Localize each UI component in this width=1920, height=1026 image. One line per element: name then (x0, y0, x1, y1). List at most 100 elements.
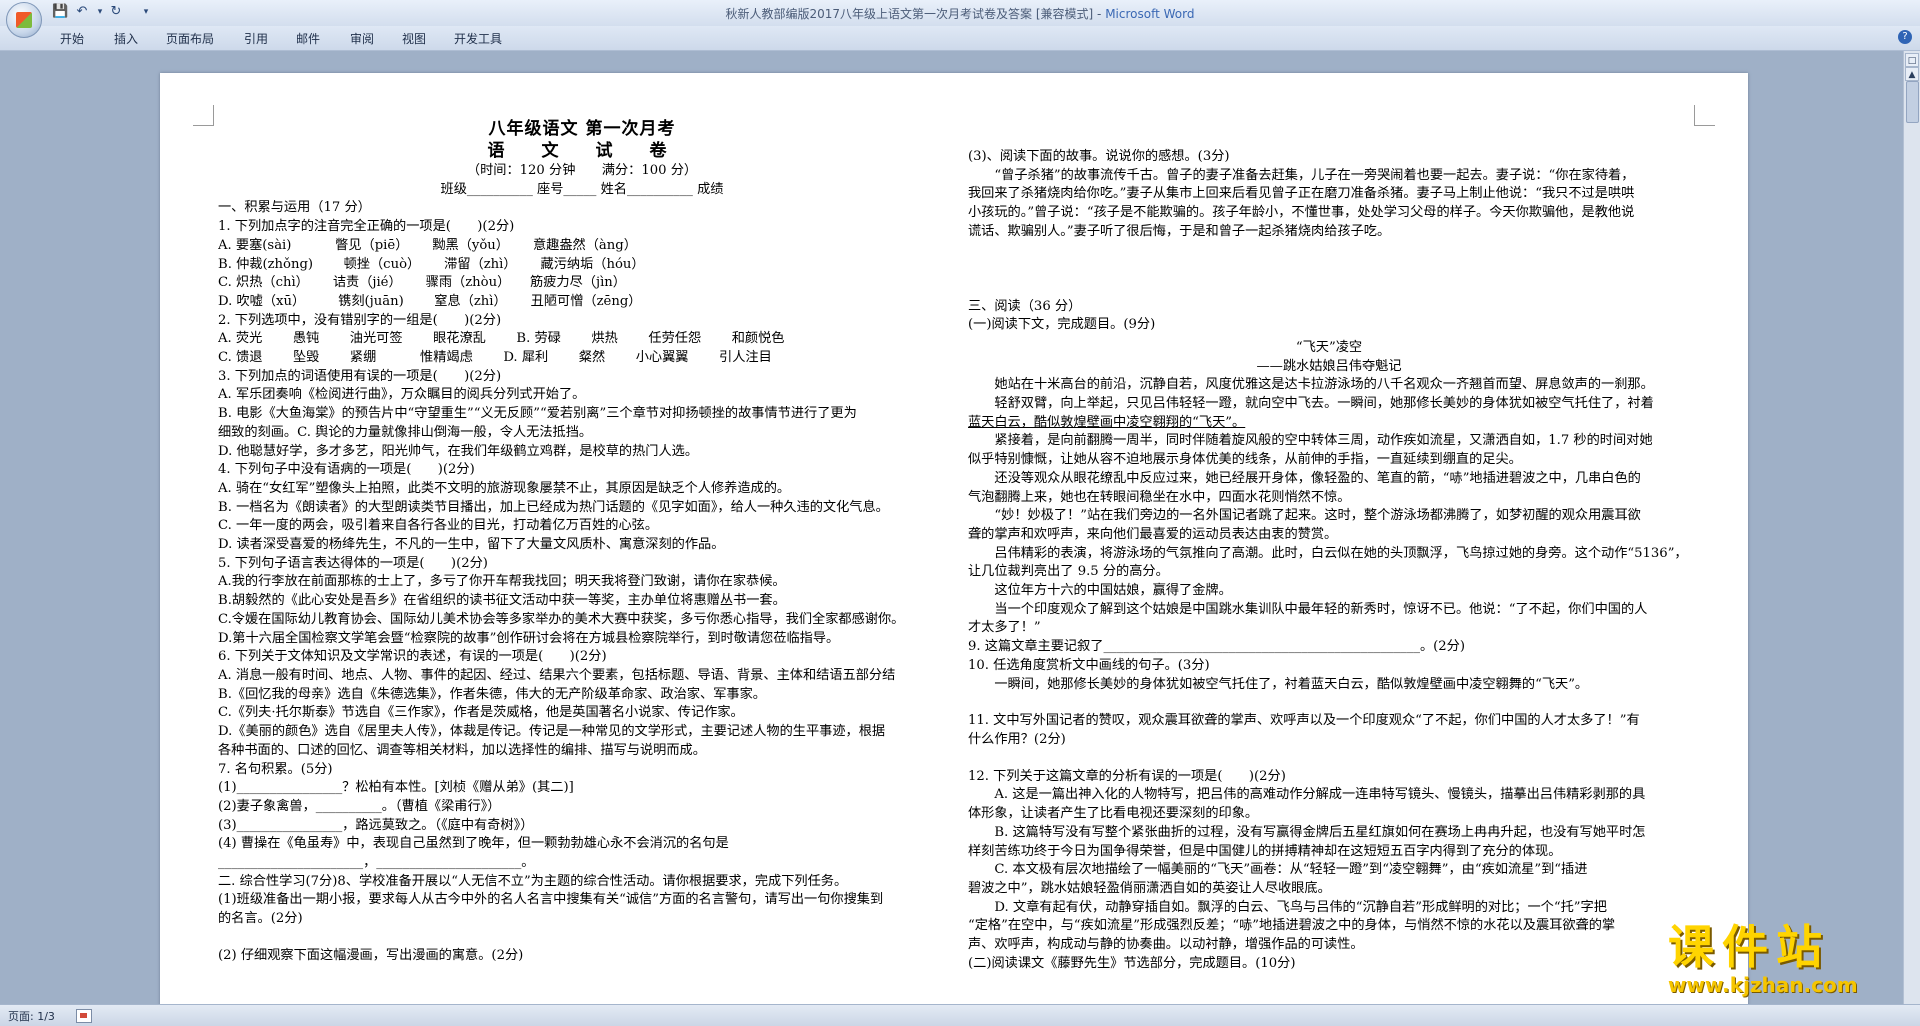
right-column: (3)、阅读下面的故事。说说你的感想。(3分) “曾子杀猪”的故事流传千古。曾子… (968, 118, 1690, 973)
article-line: 让几位裁判亮出了 9.5 分的高分。 (968, 564, 1169, 580)
option-line: B. 电影《大鱼海棠》的预告片中“守望重生”“义无反顾”“爱若别离”三个章节对抑… (218, 406, 857, 422)
option-line: C. 一年一度的两会，吸引着来自各行各业的目光，打动着亿万百姓的心弦。 (218, 518, 659, 534)
office-button[interactable] (6, 2, 42, 38)
question-line: 12. 下列关于这篇文章的分析有误的一项是( )(2分) (968, 768, 1286, 784)
question-line: (2) 仔细观察下面这幅漫画，写出漫画的寓意。(2分) (218, 947, 524, 963)
article-line: 这位年方十六的中国姑娘，赢得了金牌。 (994, 583, 1232, 599)
article-line: “妙！妙极了！”站在我们旁边的一名外国记者跳了起来。这时，整个游泳场都沸腾了，如… (994, 508, 1641, 524)
option-line: A. 军乐团奏响《检阅进行曲》，万众瞩目的阅兵分列式开始了。 (218, 387, 586, 403)
article-line: 吕伟精彩的表演，将游泳场的气氛推向了高潮。此时，白云似在她的头顶飘浮，飞鸟掠过她… (994, 545, 1688, 561)
ruler-toggle-icon[interactable]: □ (1905, 53, 1919, 67)
exam-time: （时间：120 分钟 满分：100 分） (466, 163, 698, 178)
tab-mailings[interactable]: 邮件 (296, 30, 320, 47)
option-line: 细致的刻画。C. 舆论的力量就像排山倒海一般，令人无法抵挡。 (218, 424, 593, 440)
exam-title: 八年级语文 第一次月考 (488, 119, 676, 139)
option-line: 声、欢呼声，构成动与静的协奏曲。以动衬静，增强作品的可读性。 (968, 937, 1364, 953)
student-info: 班级__________ 座号_____ 姓名__________ 成绩 (440, 181, 724, 197)
vertical-scrollbar[interactable]: □ ▲ (1903, 51, 1920, 1004)
section-heading: 二. 综合性学习(7分)8、学校准备开展以“人无信不立”为主题的综合性活动。请你… (218, 873, 848, 889)
proofing-icon[interactable] (76, 1009, 92, 1023)
question-line: 10. 任选角度赏析文中画线的句子。(3分) (968, 657, 1210, 673)
fill-blank-line: (3)________________，路远莫致之。（《庭中有奇树》） (218, 817, 534, 833)
article-line: 轻舒双臂，向上举起，只见吕伟轻轻一蹬，就向空中飞去。一瞬间，她那修长美妙的身体犹… (994, 396, 1654, 412)
option-line: 体形象，让读者产生了比看电视还要深刻的印象。 (968, 806, 1259, 822)
question-line: (1)班级准备出一期小报，要求每人从古今中外的名人名言中搜集有关“诚信”方面的名… (218, 892, 884, 908)
question-line: (二)阅读课文《藤野先生》节选部分，完成题目。(10分) (968, 955, 1296, 971)
option-line: C.令媛在国际幼儿教育协会、国际幼儿美术协会等多家举办的美术大赛中获奖，多亏你悉… (218, 611, 905, 627)
crop-mark-top-left (193, 105, 214, 126)
article-line-underlined: 蓝天白云，酷似敦煌壁画中凌空翱翔的“飞天”。 (968, 414, 1246, 430)
document-title: 秋新人教部编版2017八年级上语文第一次月考试卷及答案 [兼容模式] - (725, 7, 1106, 21)
option-line: B.胡毅然的《此心安处是吾乡》在省组织的读书征文活动中获一等奖，主办单位将惠赠丛… (218, 593, 786, 609)
option-line: D.《美丽的颜色》选自《居里夫人传》，体裁是传记。传记是一种常见的文学形式，主要… (218, 724, 886, 740)
tab-references[interactable]: 引用 (244, 30, 268, 47)
article-title: “飞天”凌空 (1295, 339, 1363, 355)
tab-developer[interactable]: 开发工具 (454, 30, 502, 47)
option-line: 碧波之中”，跳水姑娘轻盈俏丽潇洒自如的英姿让人尽收眼底。 (968, 880, 1331, 896)
question-line: 的名言。(2分) (218, 911, 303, 927)
page-count[interactable]: 页面: 1/3 (8, 1008, 55, 1024)
option-line: A. 这是一篇出神入化的人物特写，把吕伟的高难动作分解成一连串特写镜头、慢镜头，… (994, 787, 1646, 803)
fill-blank-line: (1)________________？松柏有本性。[刘桢《赠从弟》(其二)] (218, 780, 574, 796)
fill-blank-line: (2)妻子象禽兽，__________。（曹植《梁甫行》） (218, 798, 501, 814)
option-line: A. 消息一般有时间、地点、人物、事件的起因、经过、结果六个要素，包括标题、导语… (218, 667, 896, 683)
question-line: (一)阅读下文，完成题目。(9分) (968, 317, 1156, 333)
fill-blank-line: (4) 曹操在《龟虽寿》中，表现自己虽然到了晚年，但一颗勃勃雄心永不会消沉的名句… (218, 836, 729, 852)
question-line: 2. 下列选项中，没有错别字的一组是( )(2分) (218, 312, 502, 328)
story-line: “曾子杀猪”的故事流传千古。曾子的妻子准备去赶集，儿子在一旁哭闹着也要一起去。妻… (994, 167, 1635, 183)
option-line: C. 馈退 坠毁 紧绷 惟精竭虑 D. 犀利 粲然 小心翼翼 引人注目 (218, 350, 772, 366)
story-line: 谎话、欺骗别人。”妻子听了很后悔，于是和曾子一起杀猪烧肉给孩子吃。 (968, 223, 1391, 239)
option-line: A. 骑在“女红军”塑像头上拍照，此类不文明的旅游现象屡禁不止，其原因是缺乏个人… (218, 480, 791, 496)
crop-mark-top-right (1694, 105, 1715, 126)
office-logo-icon (16, 12, 32, 28)
question-line: 9. 这篇文章主要记叙了____________________________… (968, 639, 1466, 655)
option-line: B.《回忆我的母亲》选自《朱德选集》，作者朱德，伟大的无产阶级革命家、政治家、军… (218, 686, 766, 702)
watermark-url: www.kjzhan.com (1668, 973, 1858, 997)
article-line: 气泡翻腾上来，她也在转眼间稳坐在水中，四面水花则悄然不惊。 (968, 489, 1351, 505)
story-line: 我回来了杀猪烧肉给你吃。”妻子从集市上回来后看见曾子正在磨刀准备杀猪。妻子马上制… (968, 186, 1635, 202)
document-page[interactable]: 八年级语文 第一次月考 语 文 试 卷 （时间：120 分钟 满分：100 分）… (160, 73, 1748, 1004)
option-line: A. 要塞(sài) 瞥见（piē） 黝黑（yǒu） 意趣盎然（àng） (218, 237, 637, 253)
option-line: D. 他聪慧好学，多才多艺，阳光帅气，在我们年级鹤立鸡群，是校草的热门人选。 (218, 443, 699, 459)
scrollbar-thumb[interactable] (1906, 81, 1919, 123)
article-line: 似乎特别慷慨，让她从容不迫地展示身体优美的线条，从前伸的手指，一直延续到绷直的足… (968, 452, 1522, 468)
help-icon[interactable]: ? (1898, 30, 1912, 44)
tab-review[interactable]: 审阅 (350, 30, 374, 47)
exam-subtitle: 语 文 试 卷 (487, 141, 677, 161)
question-line: 11. 文中写外国记者的赞叹，观众震耳欲聋的掌声、欢呼声以及一个印度观众“了不起… (968, 713, 1640, 729)
option-line: 各种书面的、口述的回忆、调查等相关材料，加以选择性的编排、描写与说明而成。 (218, 742, 706, 758)
question-line: 3. 下列加点的词语使用有误的一项是( )(2分) (218, 368, 502, 384)
tab-page-layout[interactable]: 页面布局 (166, 30, 214, 47)
question-line: (3)、阅读下面的故事。说说你的感想。(3分) (968, 149, 1230, 164)
option-line: B. 这篇特写没有写整个紧张曲折的过程，没有写赢得金牌后五星红旗如何在赛场上冉冉… (994, 824, 1646, 840)
article-line: 她站在十米高台的前沿，沉静自若，风度优雅这是达卡拉游泳场的八千名观众一齐翘首而望… (994, 377, 1654, 393)
scroll-up-icon[interactable]: ▲ (1905, 67, 1919, 81)
question-line: 5. 下列句子语言表达得体的一项是( )(2分) (218, 555, 488, 571)
tab-insert[interactable]: 插入 (114, 30, 138, 47)
option-line: D. 文章有起有伏，动静穿插自如。飘浮的白云、飞鸟与吕伟的“沉静自若”形成鲜明的… (994, 899, 1607, 915)
status-bar: 页面: 1/3 (0, 1004, 1920, 1026)
document-area: 八年级语文 第一次月考 语 文 试 卷 （时间：120 分钟 满分：100 分）… (0, 51, 1904, 1004)
section-heading: 三、阅读（36 分） (968, 298, 1082, 314)
option-line: “定格”在空中，与“疾如流星”形成强烈反差；“哧”地插进碧波之中的身体，与悄然不… (968, 918, 1616, 934)
option-line: D. 读者深受喜爱的杨绛先生，不凡的一生中，留下了大量文风质朴、寓意深刻的作品。 (218, 537, 725, 553)
fill-blank-line: ______________________，_________________… (218, 855, 535, 871)
question-line: 7. 名句积累。(5分) (218, 761, 333, 777)
title-bar: 💾 ↶ ▾ ↻ ▾ 秋新人教部编版2017八年级上语文第一次月考试卷及答案 [兼… (0, 0, 1920, 27)
article-line: 才太多了！” (968, 620, 1041, 636)
option-line: D.第十六届全国检察文学笔会暨“检察院的故事”创作研讨会将在方城县检察院举行，到… (218, 630, 840, 646)
app-name: Microsoft Word (1105, 7, 1195, 21)
option-line: A. 荧光 愚钝 油光可签 眼花潦乱 B. 劳碌 烘热 任劳任怨 和颜悦色 (218, 331, 785, 347)
question-line: 4. 下列句子中没有语病的一项是( )(2分) (218, 462, 475, 478)
watermark-title: 课件站 (1668, 920, 1830, 974)
section-heading: 一、积累与运用（17 分） (218, 200, 371, 216)
article-line: 聋的掌声和欢呼声，来向他们最喜爱的运动员表达由衷的赞赏。 (968, 526, 1338, 542)
quoted-sentence: 一瞬间，她那修长美妙的身体犹如被空气托住了，衬着蓝天白云，酷似敦煌壁画中凌空翱舞… (994, 676, 1589, 692)
site-watermark: 课件站 www.kjzhan.com (1668, 920, 1908, 1002)
question-line: 什么作用？(2分) (968, 731, 1066, 747)
option-line: A.我的行李放在前面那栋的士上了，多亏了你开车帮我找回；明天我将登门致谢，请你在… (218, 574, 786, 590)
tab-view[interactable]: 视图 (402, 30, 426, 47)
option-line: C.《列夫·托尔斯泰》节选自《三作家》，作者是茨威格，他是英国著名小说家、传记作… (218, 705, 744, 721)
tab-home[interactable]: 开始 (60, 30, 84, 47)
article-subtitle: ——跳水姑娘吕伟夺魁记 (1256, 358, 1402, 374)
